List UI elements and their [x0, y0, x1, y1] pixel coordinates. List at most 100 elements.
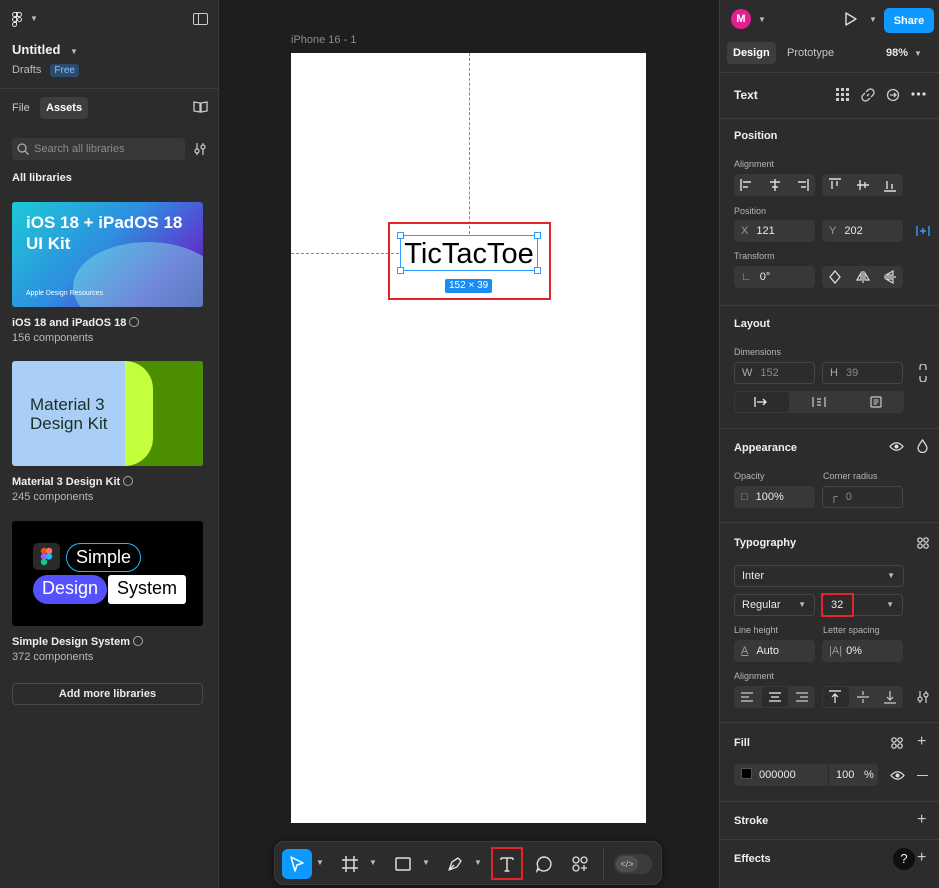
y-label: Y	[829, 225, 837, 237]
chevron-down-icon[interactable]: ▼	[316, 858, 324, 867]
globe-icon	[133, 636, 143, 646]
layer-type-title: Text	[734, 88, 758, 102]
align-middle-icon[interactable]	[856, 178, 870, 192]
library-name-text: Simple Design System	[12, 636, 130, 648]
search-icon	[17, 143, 29, 155]
add-stroke-icon[interactable]: +	[917, 812, 926, 828]
eye-icon[interactable]	[889, 441, 904, 452]
library-count: 372 components	[12, 651, 94, 663]
sidebar-toggle-icon[interactable]	[193, 13, 208, 25]
chevron-down-icon[interactable]: ▼	[869, 15, 877, 24]
link-icon[interactable]	[861, 88, 875, 102]
y-position-field[interactable]: Y 202	[822, 220, 903, 242]
comment-tool-button[interactable]	[529, 849, 559, 879]
text-styles-icon[interactable]	[917, 537, 929, 549]
x-label: X	[741, 225, 749, 237]
text-align-top-icon[interactable]	[828, 690, 842, 704]
tab-assets[interactable]: Assets	[40, 97, 89, 119]
color-swatch[interactable]	[741, 768, 752, 779]
corner-radius-field[interactable]: ┌ 0	[822, 486, 903, 508]
text-align-middle-icon[interactable]	[856, 690, 870, 704]
file-title[interactable]: Untitled ▼	[12, 42, 78, 57]
position-label: Position	[734, 206, 767, 216]
add-effect-icon[interactable]: +	[917, 850, 926, 866]
height-field[interactable]: H 39	[822, 362, 903, 384]
shape-tool-button[interactable]	[388, 849, 418, 879]
flip-vertical-icon[interactable]	[883, 270, 897, 284]
chevron-down-icon[interactable]: ▼	[30, 14, 38, 23]
add-fill-icon[interactable]: +	[917, 734, 926, 750]
align-left-icon[interactable]	[740, 178, 754, 192]
pen-tool-button[interactable]	[440, 849, 470, 879]
text-alignment-label: Alignment	[734, 671, 775, 681]
actions-tool-button[interactable]	[565, 849, 595, 879]
fill-color-field[interactable]: 000000 100 %	[734, 764, 878, 786]
divider	[0, 88, 218, 89]
rotate-icon[interactable]	[828, 270, 842, 284]
y-value: 202	[844, 225, 863, 237]
dimensions-label: Dimensions	[734, 347, 782, 357]
chevron-down-icon[interactable]: ▼	[369, 858, 377, 867]
move-tool-button[interactable]	[282, 849, 312, 879]
filter-settings-icon[interactable]	[193, 142, 207, 156]
letter-spacing-field[interactable]: |A| 0%	[822, 640, 903, 662]
help-button[interactable]: ?	[893, 848, 915, 870]
play-icon[interactable]	[844, 12, 858, 26]
type-settings-icon[interactable]	[916, 690, 930, 704]
width-field[interactable]: W 152	[734, 362, 815, 384]
opacity-field[interactable]: □ 100%	[734, 486, 815, 508]
text-align-left-icon[interactable]	[740, 690, 754, 704]
text-align-center-icon[interactable]	[768, 690, 782, 704]
text-align-bottom-icon[interactable]	[883, 690, 897, 704]
library-card-material[interactable]: Material 3 Design Kit Material 3 Design …	[12, 361, 203, 503]
tab-file[interactable]: File	[6, 97, 36, 119]
tab-prototype[interactable]: Prototype	[781, 42, 840, 64]
component-icon[interactable]	[886, 88, 900, 102]
tab-design[interactable]: Design	[727, 42, 776, 64]
fixed-size-icon[interactable]	[869, 395, 883, 409]
share-button[interactable]: Share	[884, 8, 934, 33]
rotation-field[interactable]: ∟ 0°	[734, 266, 815, 288]
search-input[interactable]	[34, 141, 179, 157]
fill-styles-icon[interactable]	[891, 737, 903, 749]
left-panel-tabs: File Assets	[12, 97, 208, 119]
frame-label[interactable]: iPhone 16 - 1	[291, 34, 356, 46]
library-card-ios[interactable]: iOS 18 + iPadOS 18 UI Kit Apple Design R…	[12, 202, 203, 344]
frame-tool-button[interactable]	[335, 849, 365, 879]
line-height-field[interactable]: A Auto	[734, 640, 815, 662]
chevron-down-icon[interactable]: ▼	[422, 858, 430, 867]
chevron-down-icon[interactable]: ▼	[758, 15, 766, 24]
font-family-select[interactable]: Inter ▼	[734, 565, 904, 587]
library-card-sds[interactable]: Simple Design System Simple Design Syste…	[12, 521, 203, 663]
grid-icon[interactable]	[836, 88, 849, 101]
align-bottom-icon[interactable]	[883, 178, 897, 192]
font-weight-select[interactable]: Regular ▼	[734, 594, 815, 616]
text-align-right-icon[interactable]	[795, 690, 809, 704]
more-icon[interactable]	[911, 92, 926, 96]
figma-menu-icon[interactable]	[12, 12, 26, 28]
letter-spacing-value: 0%	[846, 645, 862, 657]
thumb-title: Material 3 Design Kit	[30, 395, 108, 433]
remove-fill-icon[interactable]	[917, 775, 928, 777]
blend-drop-icon[interactable]	[917, 439, 928, 453]
hug-width-icon[interactable]	[754, 395, 768, 409]
flip-horizontal-icon[interactable]	[856, 270, 870, 284]
auto-height-icon[interactable]	[812, 395, 826, 409]
add-libraries-button[interactable]: Add more libraries	[12, 683, 203, 705]
avatar[interactable]: M	[731, 9, 751, 29]
constrain-proportions-icon[interactable]	[918, 364, 928, 382]
file-title-text: Untitled	[12, 42, 61, 57]
library-book-icon[interactable]	[193, 101, 208, 113]
library-search[interactable]	[12, 138, 185, 160]
eye-icon[interactable]	[890, 770, 905, 781]
align-center-h-icon[interactable]	[768, 178, 782, 192]
align-right-icon[interactable]	[795, 178, 809, 192]
align-top-icon[interactable]	[828, 178, 842, 192]
file-location[interactable]: Drafts Free	[12, 64, 79, 77]
constraints-icon[interactable]	[916, 224, 930, 238]
chevron-down-icon[interactable]: ▼	[474, 858, 482, 867]
dev-mode-toggle[interactable]: </>	[614, 854, 652, 874]
x-position-field[interactable]: X 121	[734, 220, 815, 242]
zoom-control[interactable]: 98% ▼	[886, 47, 922, 59]
canvas[interactable]: iPhone 16 - 1 TicTacToe 152 × 39 ▼ ▼ ▼ ▼	[219, 0, 719, 888]
